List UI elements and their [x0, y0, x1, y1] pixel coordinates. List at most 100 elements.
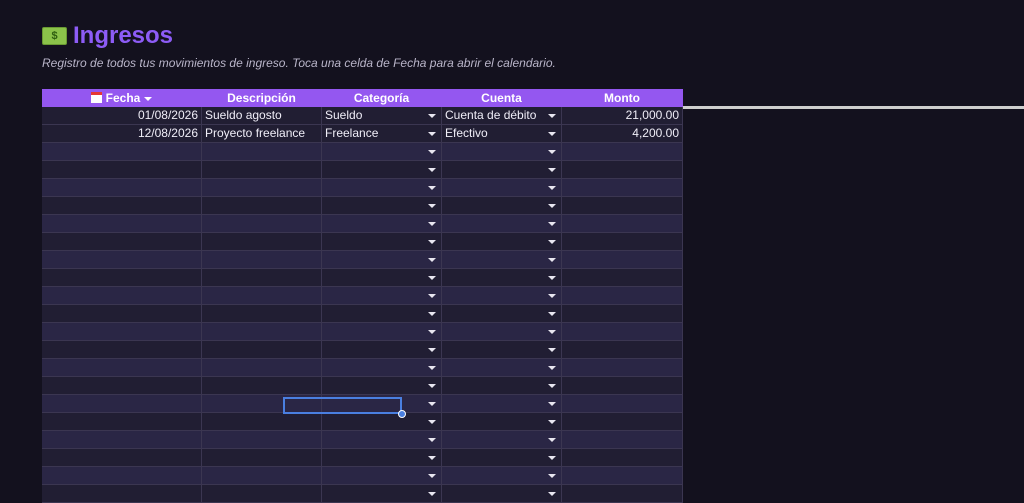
chevron-down-icon[interactable] [428, 420, 436, 424]
fecha-cell[interactable]: 12/08/2026 [42, 125, 202, 143]
chevron-down-icon[interactable] [428, 366, 436, 370]
chevron-down-icon[interactable] [428, 204, 436, 208]
column-header-categoria[interactable]: Categoría [322, 89, 442, 107]
fecha-cell[interactable] [42, 143, 202, 161]
descripcion-cell[interactable] [202, 143, 322, 161]
categoria-cell[interactable]: Sueldo [322, 107, 442, 125]
fecha-cell[interactable] [42, 377, 202, 395]
descripcion-cell[interactable] [202, 161, 322, 179]
cuenta-cell[interactable] [442, 269, 562, 287]
cuenta-cell[interactable]: Cuenta de débito [442, 107, 562, 125]
monto-cell[interactable]: 21,000.00 [562, 107, 683, 125]
categoria-cell[interactable] [322, 323, 442, 341]
fecha-cell[interactable]: 01/08/2026 [42, 107, 202, 125]
descripcion-cell[interactable] [202, 233, 322, 251]
selected-cell-outline[interactable] [283, 397, 402, 414]
categoria-cell[interactable] [322, 449, 442, 467]
fecha-cell[interactable] [42, 413, 202, 431]
categoria-cell[interactable] [322, 143, 442, 161]
chevron-down-icon[interactable] [548, 258, 556, 262]
fecha-cell[interactable] [42, 197, 202, 215]
monto-cell[interactable] [562, 413, 683, 431]
descripcion-cell[interactable] [202, 287, 322, 305]
cuenta-cell[interactable] [442, 215, 562, 233]
categoria-cell[interactable] [322, 287, 442, 305]
cuenta-cell[interactable] [442, 467, 562, 485]
fecha-cell[interactable] [42, 431, 202, 449]
monto-cell[interactable] [562, 341, 683, 359]
chevron-down-icon[interactable] [428, 150, 436, 154]
fill-handle[interactable] [398, 410, 406, 418]
cuenta-cell[interactable] [442, 143, 562, 161]
fecha-cell[interactable] [42, 269, 202, 287]
monto-cell[interactable] [562, 323, 683, 341]
chevron-down-icon[interactable] [428, 132, 436, 136]
chevron-down-icon[interactable] [548, 420, 556, 424]
chevron-down-icon[interactable] [548, 114, 556, 118]
chevron-down-icon[interactable] [548, 276, 556, 280]
descripcion-cell[interactable] [202, 179, 322, 197]
chevron-down-icon[interactable] [548, 204, 556, 208]
categoria-cell[interactable] [322, 251, 442, 269]
descripcion-cell[interactable]: Sueldo agosto [202, 107, 322, 125]
fecha-cell[interactable] [42, 251, 202, 269]
categoria-cell[interactable] [322, 341, 442, 359]
fecha-cell[interactable] [42, 485, 202, 503]
monto-cell[interactable] [562, 287, 683, 305]
chevron-down-icon[interactable] [548, 222, 556, 226]
chevron-down-icon[interactable] [548, 132, 556, 136]
fecha-cell[interactable] [42, 449, 202, 467]
chevron-down-icon[interactable] [548, 402, 556, 406]
cuenta-cell[interactable] [442, 323, 562, 341]
chevron-down-icon[interactable] [428, 438, 436, 442]
chevron-down-icon[interactable] [428, 222, 436, 226]
fecha-cell[interactable] [42, 179, 202, 197]
chevron-down-icon[interactable] [428, 294, 436, 298]
chevron-down-icon[interactable] [548, 438, 556, 442]
chevron-down-icon[interactable] [548, 150, 556, 154]
monto-cell[interactable] [562, 215, 683, 233]
categoria-cell[interactable] [322, 431, 442, 449]
chevron-down-icon[interactable] [548, 330, 556, 334]
descripcion-cell[interactable] [202, 251, 322, 269]
monto-cell[interactable] [562, 251, 683, 269]
fecha-cell[interactable] [42, 359, 202, 377]
categoria-cell[interactable] [322, 233, 442, 251]
cuenta-cell[interactable] [442, 485, 562, 503]
descripcion-cell[interactable] [202, 305, 322, 323]
chevron-down-icon[interactable] [428, 384, 436, 388]
cuenta-cell[interactable] [442, 413, 562, 431]
chevron-down-icon[interactable] [548, 348, 556, 352]
chevron-down-icon[interactable] [428, 258, 436, 262]
cuenta-cell[interactable] [442, 251, 562, 269]
chevron-down-icon[interactable] [428, 240, 436, 244]
chevron-down-icon[interactable] [548, 168, 556, 172]
descripcion-cell[interactable] [202, 269, 322, 287]
descripcion-cell[interactable] [202, 467, 322, 485]
fecha-cell[interactable] [42, 305, 202, 323]
cuenta-cell[interactable] [442, 431, 562, 449]
descripcion-cell[interactable] [202, 485, 322, 503]
chevron-down-icon[interactable] [548, 186, 556, 190]
categoria-cell[interactable] [322, 197, 442, 215]
fecha-cell[interactable] [42, 341, 202, 359]
monto-cell[interactable]: 4,200.00 [562, 125, 683, 143]
column-header-cuenta[interactable]: Cuenta [442, 89, 562, 107]
monto-cell[interactable] [562, 305, 683, 323]
chevron-down-icon[interactable] [428, 348, 436, 352]
fecha-cell[interactable] [42, 287, 202, 305]
monto-cell[interactable] [562, 179, 683, 197]
chevron-down-icon[interactable] [548, 366, 556, 370]
monto-cell[interactable] [562, 197, 683, 215]
descripcion-cell[interactable] [202, 377, 322, 395]
monto-cell[interactable] [562, 359, 683, 377]
monto-cell[interactable] [562, 449, 683, 467]
cuenta-cell[interactable] [442, 233, 562, 251]
descripcion-cell[interactable] [202, 323, 322, 341]
fecha-cell[interactable] [42, 215, 202, 233]
chevron-down-icon[interactable] [548, 240, 556, 244]
fecha-cell[interactable] [42, 395, 202, 413]
monto-cell[interactable] [562, 467, 683, 485]
column-header-monto[interactable]: Monto [562, 89, 683, 107]
categoria-cell[interactable] [322, 179, 442, 197]
